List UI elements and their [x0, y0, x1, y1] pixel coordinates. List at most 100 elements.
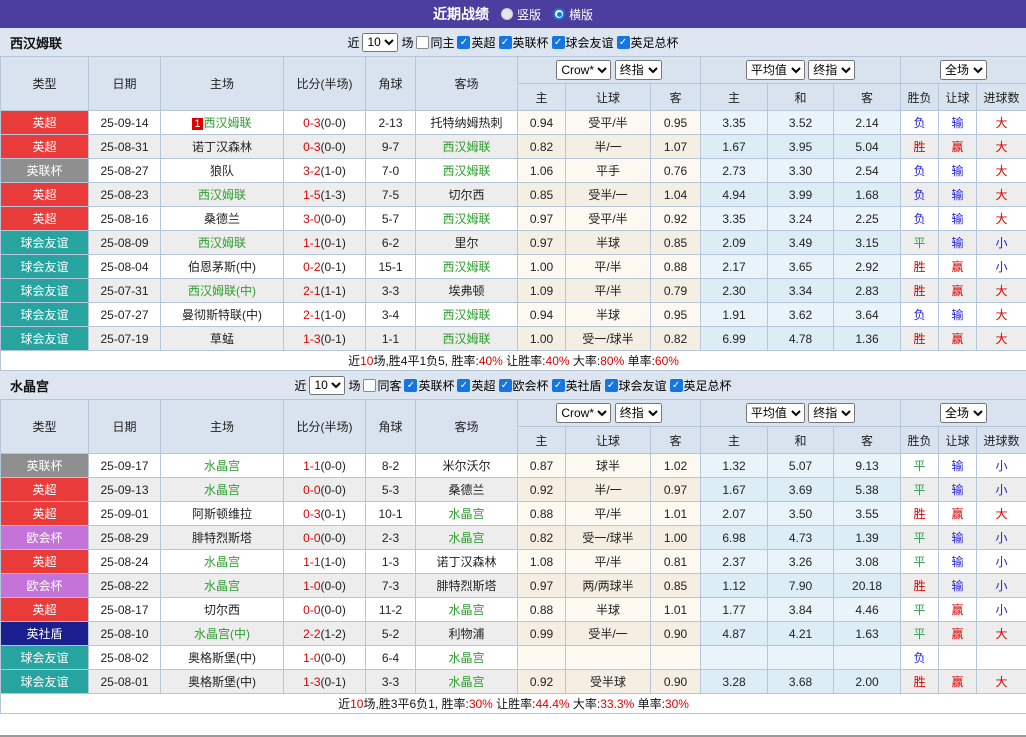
- league-filter[interactable]: ✓ 英足总杯: [669, 377, 732, 394]
- league-filter[interactable]: ✓ 英超: [457, 34, 496, 51]
- checkbox-checked-icon[interactable]: ✓: [498, 378, 512, 392]
- checkbox-checked-icon[interactable]: ✓: [404, 378, 418, 392]
- competition-badge: 球会友谊: [0, 326, 89, 351]
- home-team-name: 水晶宫(中): [194, 627, 250, 641]
- sub-column-header: 让球: [938, 426, 978, 454]
- games-label: 场: [348, 378, 361, 393]
- league-filter[interactable]: ✓ 球会友谊: [551, 34, 614, 51]
- odds-home: 0.97: [517, 206, 566, 231]
- match-row: 球会友谊 25-07-31 西汉姆联(中) 2-1(1-1) 3-3 埃弗顿 1.09 平/半…: [0, 278, 1026, 303]
- odds-source-select[interactable]: Crow*: [556, 403, 612, 423]
- layout-radio-vertical[interactable]: 竖版: [500, 6, 541, 23]
- result-outcome: 平: [900, 525, 940, 550]
- home-team-name: 狼队: [209, 164, 234, 178]
- halftime-score: (0-0): [320, 139, 346, 154]
- league-filter[interactable]: ✓ 英社盾: [551, 377, 602, 394]
- away-team: 利物浦: [415, 621, 518, 646]
- layout-radio-horizontal[interactable]: 横版: [553, 6, 593, 23]
- match-row: 球会友谊 25-07-19 草蜢 1-3(0-1) 1-1 西汉姆联 1.00 受一/球半 0.…: [0, 326, 1026, 351]
- away-team-name: 里尔: [454, 236, 479, 250]
- home-team: 曼彻斯特联(中): [160, 302, 284, 327]
- radio-checked-icon[interactable]: [553, 8, 565, 20]
- result-goals: 小: [976, 525, 1026, 550]
- near-label: 近: [347, 35, 360, 50]
- avg-win: 3.35: [700, 110, 769, 135]
- checkbox-unchecked-icon[interactable]: [363, 378, 377, 392]
- fulltime-score: 0-3: [303, 115, 321, 130]
- results-table: 类型 日期 主场 比分(半场) 角球 客场 Crow* 终指 平均值 终指 全场主让球客主和客胜…: [0, 399, 1026, 714]
- avg-final-select[interactable]: 终指: [808, 60, 856, 80]
- avg-source-select[interactable]: 平均值: [745, 60, 805, 80]
- away-team: 西汉姆联: [415, 158, 518, 183]
- halftime-score: (0-0): [320, 530, 346, 545]
- result-goals: 小: [976, 597, 1026, 622]
- league-filter[interactable]: ✓ 球会友谊: [604, 377, 667, 394]
- results-table: 类型 日期 主场 比分(半场) 角球 客场 Crow* 终指 平均值 终指 全场主让球客主和客胜…: [0, 56, 1026, 371]
- odds-away: 0.79: [649, 278, 702, 303]
- halftime-score: (0-0): [320, 211, 346, 226]
- handicap: 半球: [565, 302, 651, 327]
- league-filter[interactable]: ✓ 英超: [457, 377, 496, 394]
- away-team: 西汉姆联: [415, 326, 518, 351]
- radio-unchecked-icon[interactable]: [500, 8, 513, 20]
- avg-win: 3.28: [700, 669, 769, 694]
- fulltime-score: 2-1: [303, 283, 321, 298]
- league-filter[interactable]: ✓ 英联杯: [498, 34, 549, 51]
- match-row: 欧会杯 25-08-29 腓特烈斯塔 0-0(0-0) 2-3 水晶宫 0.82 受一/球半 1…: [0, 525, 1026, 550]
- result-goals: 小: [976, 230, 1026, 255]
- match-count-select[interactable]: 10: [362, 32, 399, 52]
- scope-select[interactable]: 全场: [940, 60, 988, 80]
- avg-draw: 3.99: [767, 182, 835, 207]
- halftime-score: (0-0): [320, 458, 346, 473]
- avg-source-select[interactable]: 平均值: [745, 403, 805, 423]
- league-filter[interactable]: ✓ 英足总杯: [616, 34, 679, 51]
- odds-final-select[interactable]: 终指: [614, 60, 662, 80]
- sub-column-header: 进球数: [976, 426, 1026, 454]
- scope-select[interactable]: 全场: [940, 403, 988, 423]
- checkbox-checked-icon[interactable]: ✓: [551, 378, 565, 392]
- checkbox-checked-icon[interactable]: ✓: [457, 35, 471, 49]
- corner-score: 7-3: [365, 573, 416, 598]
- away-team: 西汉姆联: [415, 134, 518, 159]
- handicap: 受半/一: [565, 621, 651, 646]
- checkbox-checked-icon[interactable]: ✓: [669, 378, 683, 392]
- avg-win: 1.67: [700, 134, 769, 159]
- avg-draw: 3.30: [767, 158, 835, 183]
- league-filter[interactable]: ✓ 欧会杯: [498, 377, 549, 394]
- odds-final-select[interactable]: 终指: [614, 403, 662, 423]
- match-count-select[interactable]: 10: [309, 375, 346, 395]
- checkbox-checked-icon[interactable]: ✓: [616, 35, 630, 49]
- result-outcome: 负: [900, 206, 940, 231]
- avg-lose: 1.36: [833, 326, 902, 351]
- summary-segment: 近: [338, 697, 351, 711]
- summary-segment: 30%: [664, 697, 689, 711]
- same-venue-filter[interactable]: 同主: [416, 34, 454, 51]
- league-filter[interactable]: ✓ 英联杯: [404, 377, 454, 394]
- same-venue-filter[interactable]: 同客: [363, 377, 401, 394]
- checkbox-checked-icon[interactable]: ✓: [498, 35, 512, 49]
- avg-final-select[interactable]: 终指: [808, 403, 856, 423]
- competition-badge: 球会友谊: [0, 230, 89, 255]
- checkbox-checked-icon[interactable]: ✓: [551, 35, 565, 49]
- section-header: 西汉姆联近 10 场同主 ✓ 英超 ✓ 英联杯 ✓ 球会友谊 ✓ 英足总杯: [0, 28, 1026, 56]
- page-title: 近期战绩: [432, 6, 489, 22]
- recent-results-panel: 近期战绩 竖版 横版 西汉姆联近 10 场同主 ✓ 英超 ✓ 英联杯 ✓ 球会友谊 ✓ 英足总杯 类型…: [0, 0, 1026, 737]
- match-date: 25-08-09: [88, 230, 161, 255]
- checkbox-unchecked-icon[interactable]: [416, 35, 430, 49]
- checkbox-checked-icon[interactable]: ✓: [604, 378, 618, 392]
- avg-win: 2.37: [700, 549, 769, 574]
- match-date: 25-08-02: [88, 645, 161, 670]
- odds-home: 0.87: [517, 453, 566, 478]
- home-team: 阿斯顿维拉: [160, 501, 284, 526]
- score: 1-1(1-0): [283, 549, 366, 574]
- handicap: 受平/半: [565, 206, 651, 231]
- checkbox-checked-icon[interactable]: ✓: [457, 378, 471, 392]
- score: 0-0(0-0): [283, 477, 366, 502]
- match-row: 英超 25-09-14 1 西汉姆联 0-3(0-0) 2-13 托特纳姆热刺 0.94 受平/…: [0, 110, 1026, 135]
- odds-source-select[interactable]: Crow*: [556, 60, 612, 80]
- summary-segment: 30%: [468, 697, 493, 711]
- sub-column-header: 让球: [938, 83, 978, 111]
- competition-badge: 英联杯: [0, 158, 89, 183]
- home-team-name: 水晶宫: [203, 555, 240, 569]
- result-outcome: 胜: [900, 254, 940, 279]
